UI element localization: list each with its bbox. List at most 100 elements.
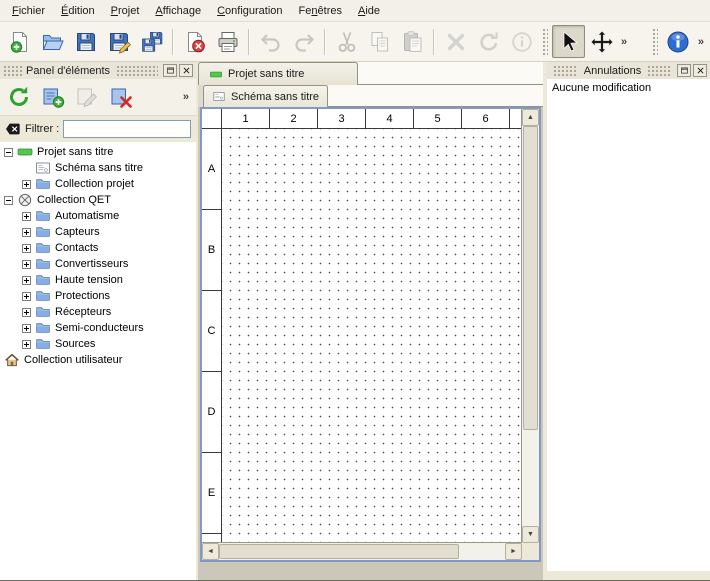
hscroll-track[interactable]	[219, 543, 505, 560]
expand-icon[interactable]	[22, 260, 31, 269]
scroll-right-button[interactable]: ►	[505, 543, 522, 560]
toolbar-handle[interactable]	[542, 28, 548, 56]
tree-item-contacts[interactable]: Contacts	[0, 240, 196, 256]
folder-icon	[35, 224, 51, 240]
tab-projet-sans-titre[interactable]: Projet sans titre	[198, 62, 358, 85]
undo-list-item: Aucune modification	[547, 81, 710, 95]
open-project-button[interactable]	[36, 25, 69, 58]
copy-button[interactable]	[363, 25, 396, 58]
undo-button[interactable]	[254, 25, 287, 58]
scroll-mode-button[interactable]	[585, 25, 618, 58]
about-icon	[666, 30, 690, 54]
reload-collections-button[interactable]	[4, 82, 34, 112]
schema-view: 123456 ABCDE ▲ ▼ ◄ ►	[200, 107, 541, 562]
tree-item-haute-tension[interactable]: Haute tension	[0, 272, 196, 288]
redo-icon	[292, 30, 316, 54]
tree-item-schema-sans-titre[interactable]: Schéma sans titre	[0, 160, 196, 176]
redo-button[interactable]	[287, 25, 320, 58]
expand-icon[interactable]	[22, 276, 31, 285]
dock-handle	[553, 65, 578, 76]
toolbar-overflow-chevron[interactable]: »	[180, 91, 192, 103]
filter-input[interactable]	[63, 120, 191, 138]
save-button[interactable]	[69, 25, 102, 58]
close-panel-button[interactable]	[693, 64, 707, 77]
tree-item-label: Contacts	[55, 242, 98, 254]
elements-panel: Panel d'éléments » Filtrer : Projet sans…	[0, 62, 196, 580]
undo-panel-titlebar[interactable]: Annulations	[547, 62, 710, 79]
tree-item-automatisme[interactable]: Automatisme	[0, 208, 196, 224]
save-as-button[interactable]	[102, 25, 135, 58]
conductor-info-button[interactable]	[505, 25, 538, 58]
cut-button[interactable]	[330, 25, 363, 58]
new-element-button[interactable]	[38, 82, 68, 112]
save-all-button[interactable]	[135, 25, 168, 58]
vertical-scrollbar[interactable]: ▲ ▼	[522, 109, 539, 543]
tree-item-collection-qet[interactable]: Collection QET	[0, 192, 196, 208]
tree-item-projet-sans-titre[interactable]: Projet sans titre	[0, 144, 196, 160]
tree-item-protections[interactable]: Protections	[0, 288, 196, 304]
collapse-icon[interactable]	[4, 148, 13, 157]
expand-icon[interactable]	[22, 180, 31, 189]
row-label: D	[202, 372, 221, 453]
scroll-down-button[interactable]: ▼	[522, 526, 539, 543]
toolbar-handle[interactable]	[652, 28, 658, 56]
project-tab-label: Projet sans titre	[228, 68, 304, 80]
right-arrow-icon: ►	[510, 548, 517, 555]
tree-item-collection-projet[interactable]: Collection projet	[0, 176, 196, 192]
project-icon	[17, 144, 33, 160]
rotate-selection-button[interactable]	[472, 25, 505, 58]
print-button[interactable]	[211, 25, 244, 58]
expand-icon[interactable]	[22, 292, 31, 301]
expand-icon[interactable]	[22, 212, 31, 221]
menu-affichage[interactable]: Affichage	[147, 2, 209, 20]
tree-item-collection-utilisateur[interactable]: Collection utilisateur	[0, 352, 196, 368]
close-project-button[interactable]	[178, 25, 211, 58]
paste-button[interactable]	[396, 25, 429, 58]
expand-icon[interactable]	[22, 324, 31, 333]
tree-item-sources[interactable]: Sources	[0, 336, 196, 352]
menu-projet[interactable]: Projet	[103, 2, 148, 20]
hscroll-thumb[interactable]	[219, 544, 459, 559]
float-panel-button[interactable]	[163, 64, 177, 77]
menu-edition[interactable]: Édition	[53, 2, 103, 20]
expand-icon[interactable]	[22, 340, 31, 349]
close-panel-button[interactable]	[179, 64, 193, 77]
menu-fenetres[interactable]: Fenêtres	[291, 2, 350, 20]
elements-panel-titlebar[interactable]: Panel d'éléments	[0, 62, 196, 79]
schema-canvas[interactable]	[222, 129, 521, 542]
column-ruler: 123456	[202, 109, 521, 129]
float-panel-button[interactable]	[677, 64, 691, 77]
expand-icon[interactable]	[22, 308, 31, 317]
tree-item-label: Récepteurs	[55, 306, 111, 318]
tree-item-capteurs[interactable]: Capteurs	[0, 224, 196, 240]
horizontal-scrollbar[interactable]: ◄ ►	[202, 543, 522, 560]
menu-configuration[interactable]: Configuration	[209, 2, 290, 20]
move-icon	[590, 30, 614, 54]
schema-tab-label: Schéma sans titre	[231, 91, 319, 103]
scroll-up-button[interactable]: ▲	[522, 109, 539, 126]
save-icon	[74, 30, 98, 54]
folder-icon	[35, 320, 51, 336]
tree-item-convertisseurs[interactable]: Convertisseurs	[0, 256, 196, 272]
expand-icon[interactable]	[22, 244, 31, 253]
tree-item-semi-conducteurs[interactable]: Semi-conducteurs	[0, 320, 196, 336]
toolbar-overflow-chevron[interactable]: »	[695, 36, 707, 48]
delete-element-button[interactable]	[106, 82, 136, 112]
menu-aide[interactable]: Aide	[350, 2, 388, 20]
scroll-left-button[interactable]: ◄	[202, 543, 219, 560]
delete-selection-button[interactable]	[439, 25, 472, 58]
new-project-button[interactable]	[3, 25, 36, 58]
vscroll-track[interactable]	[522, 126, 539, 526]
edit-element-button[interactable]	[72, 82, 102, 112]
toolbar-overflow-chevron[interactable]: »	[618, 36, 630, 48]
undo-icon	[259, 30, 283, 54]
select-mode-button[interactable]	[552, 25, 585, 58]
expand-icon[interactable]	[22, 228, 31, 237]
about-button[interactable]	[662, 25, 695, 58]
vscroll-thumb[interactable]	[523, 126, 538, 430]
menu-fichier[interactable]: Fichier	[4, 2, 53, 20]
tab-schema-sans-titre[interactable]: Schéma sans titre	[203, 85, 328, 107]
tree-item-recepteurs[interactable]: Récepteurs	[0, 304, 196, 320]
collapse-icon[interactable]	[4, 196, 13, 205]
clear-filter-icon[interactable]	[5, 121, 21, 137]
